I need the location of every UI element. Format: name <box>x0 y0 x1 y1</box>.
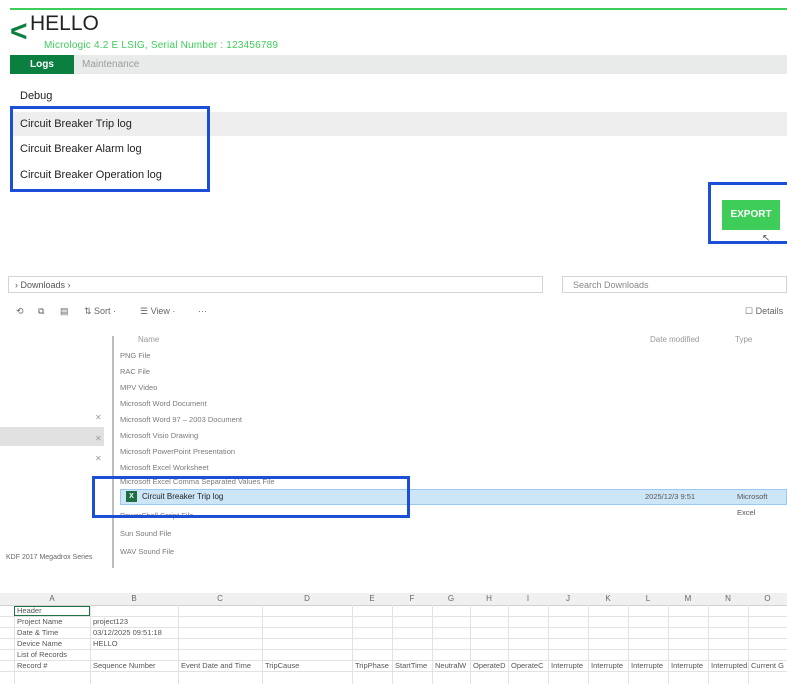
list-item[interactable]: Microsoft Word 97 – 2003 Document <box>120 412 242 427</box>
table-cell[interactable]: Interrupte <box>591 661 627 671</box>
highlight-box-logs <box>10 106 210 192</box>
pin-icon: ✕ <box>95 413 102 422</box>
list-item[interactable]: WAV Sound File <box>120 544 174 559</box>
table-cell[interactable]: Sequence Number <box>93 661 177 671</box>
device-log-panel: < HELLO Micrologic 4.2 E LSIG, Serial Nu… <box>0 0 787 250</box>
details-button[interactable]: ☐ Details <box>745 306 783 317</box>
column-letter[interactable]: E <box>352 593 392 605</box>
table-cell[interactable]: Project Name <box>17 617 89 627</box>
list-item[interactable]: Microsoft Visio Drawing <box>120 428 198 443</box>
device-title: HELLO <box>30 12 99 35</box>
table-cell[interactable]: List of Records <box>17 650 89 660</box>
list-item[interactable]: PNG File <box>120 348 150 363</box>
highlight-box-file <box>92 476 410 518</box>
grid-line <box>0 671 787 672</box>
table-cell[interactable]: Interrupte <box>631 661 667 671</box>
column-letter[interactable]: K <box>588 593 628 605</box>
table-cell[interactable]: Date & Time <box>17 628 89 638</box>
table-cell[interactable]: StartTime <box>395 661 431 671</box>
table-cell[interactable]: Interrupte <box>671 661 707 671</box>
column-letter[interactable]: A <box>14 593 90 605</box>
column-letter[interactable]: O <box>748 593 787 605</box>
pin-icon: ✕ <box>95 454 102 463</box>
table-cell[interactable]: Device Name <box>17 639 89 649</box>
new-icon[interactable]: ⟲ <box>16 306 24 317</box>
list-item[interactable]: MPV Video <box>120 380 157 395</box>
file-date: 2025/12/3 9:51 <box>645 492 696 501</box>
table-cell[interactable]: Current G <box>751 661 786 671</box>
sidebar-item[interactable] <box>0 396 104 415</box>
list-item[interactable]: Sun Sound File <box>120 526 171 541</box>
sidebar-divider <box>112 336 114 568</box>
more-options-button[interactable]: ··· <box>198 306 207 316</box>
column-letter[interactable]: B <box>90 593 178 605</box>
column-letter[interactable]: G <box>432 593 470 605</box>
column-letter[interactable]: J <box>548 593 588 605</box>
column-letter[interactable]: L <box>628 593 668 605</box>
table-cell[interactable]: OperateC <box>511 661 547 671</box>
column-letter[interactable]: F <box>392 593 432 605</box>
table-cell[interactable]: TripPhase <box>355 661 391 671</box>
table-cell[interactable]: Event Date and Time <box>181 661 261 671</box>
tab-logs[interactable]: Logs <box>10 55 74 74</box>
column-letter[interactable]: C <box>178 593 262 605</box>
table-cell[interactable]: TripCause <box>265 661 351 671</box>
file-type: Microsoft Excel <box>737 492 768 517</box>
highlight-box-export <box>708 182 787 244</box>
selected-cell <box>14 606 90 616</box>
back-chevron-icon[interactable]: < <box>10 17 28 47</box>
column-letter[interactable]: M <box>668 593 708 605</box>
copy-icon[interactable]: ⧉ <box>38 306 44 317</box>
column-header-name[interactable]: Name <box>138 335 159 344</box>
paste-icon[interactable]: ▤ <box>60 306 69 317</box>
sort-button[interactable]: ⇅ Sort · <box>84 306 116 317</box>
list-item[interactable]: Microsoft Word Document <box>120 396 207 411</box>
file-explorer-panel: › Downloads › Search Downloads ⟲ ⧉ ▤ ⇅ S… <box>0 268 787 568</box>
top-accent-line <box>10 8 787 10</box>
sidebar-drive-label[interactable]: KDF 2017 Megadrox Series <box>6 554 92 561</box>
pin-icon: ✕ <box>95 434 102 443</box>
search-input[interactable]: Search Downloads <box>562 276 787 293</box>
column-header-date[interactable]: Date modified <box>650 335 699 344</box>
table-cell[interactable]: Record # <box>17 661 89 671</box>
table-cell[interactable]: project123 <box>93 617 177 627</box>
list-item[interactable]: RAC File <box>120 364 150 379</box>
mouse-cursor-icon: ↖ <box>762 233 771 244</box>
grid-line <box>0 649 787 650</box>
view-button[interactable]: ☰ View · <box>140 306 175 317</box>
column-header-type[interactable]: Type <box>735 335 752 344</box>
address-bar[interactable]: › Downloads › <box>8 276 543 293</box>
table-cell[interactable]: NeutralW <box>435 661 469 671</box>
sidebar-item-selected[interactable] <box>0 427 104 446</box>
table-cell[interactable]: 03/12/2025 09:51:18 <box>93 628 177 638</box>
list-item[interactable]: Microsoft Excel Worksheet <box>120 460 209 475</box>
spreadsheet-panel: A B C D E F G H I J K L M N O Header Project Name project… <box>0 593 787 684</box>
list-item[interactable]: Microsoft PowerPoint Presentation <box>120 444 235 459</box>
table-cell[interactable]: Interrupted <box>711 661 747 671</box>
table-cell[interactable]: OperateD <box>473 661 507 671</box>
column-letter[interactable]: N <box>708 593 748 605</box>
log-item-debug[interactable]: Debug <box>10 84 787 108</box>
column-letter[interactable]: I <box>508 593 548 605</box>
column-letter[interactable]: D <box>262 593 352 605</box>
device-subtitle: Micrologic 4.2 E LSIG, Serial Number : 1… <box>44 40 279 51</box>
table-cell[interactable]: Interrupte <box>551 661 587 671</box>
table-cell[interactable]: HELLO <box>93 639 177 649</box>
tab-maintenance[interactable]: Maintenance <box>82 55 139 74</box>
column-letter[interactable]: H <box>470 593 508 605</box>
